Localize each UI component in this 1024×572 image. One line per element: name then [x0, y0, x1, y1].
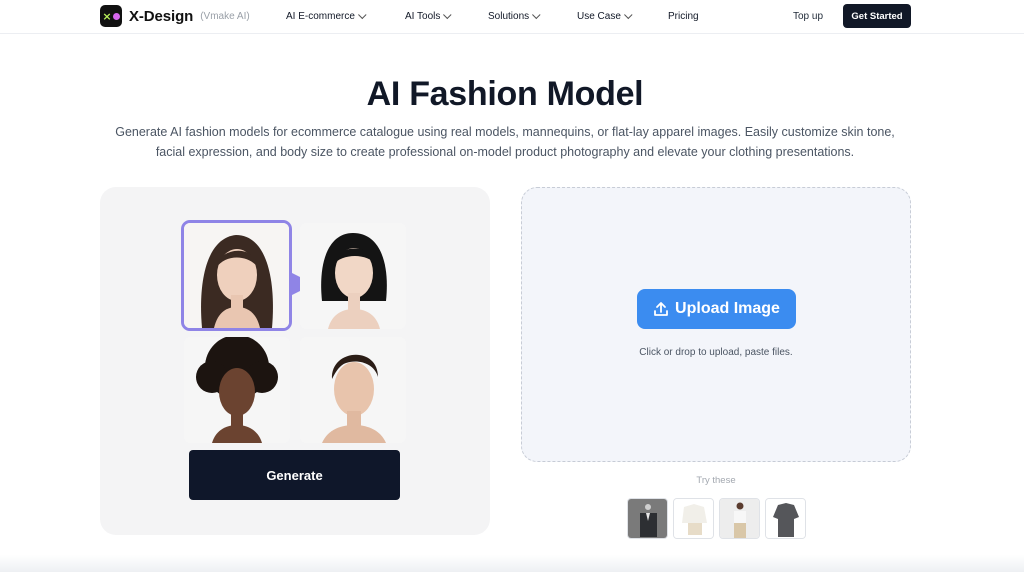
- nav-label: AI E-commerce: [286, 11, 355, 22]
- model-portrait-image: [300, 223, 406, 329]
- nav-use-case[interactable]: Use Case: [577, 10, 633, 22]
- page-subtitle: Generate AI fashion models for ecommerce…: [115, 125, 895, 159]
- sample-thumbnail-image: [674, 499, 713, 538]
- top-up-link[interactable]: Top up: [793, 11, 823, 22]
- get-started-button[interactable]: Get Started: [843, 4, 911, 28]
- nav-label: AI Tools: [405, 11, 441, 22]
- page-title: AI Fashion Model: [366, 75, 644, 113]
- brand-name: X-Design: [129, 7, 194, 25]
- model-portrait-image: [300, 337, 406, 443]
- sample-thumbnail-image: [766, 499, 805, 538]
- sample-image-suit[interactable]: [627, 498, 668, 539]
- chevron-down-icon: [443, 10, 452, 19]
- nav-label: Use Case: [577, 11, 621, 22]
- upload-icon: [654, 302, 668, 316]
- nav-ai-ecommerce[interactable]: AI E-commerce: [286, 10, 367, 22]
- upload-hint: Click or drop to upload, paste files.: [639, 347, 793, 358]
- model-thumbnail-selected[interactable]: [181, 220, 292, 331]
- nav-label: Solutions: [488, 11, 530, 22]
- sample-image-jacket[interactable]: [765, 498, 806, 539]
- generate-button[interactable]: Generate: [189, 450, 400, 500]
- upload-image-button[interactable]: Upload Image: [637, 289, 796, 329]
- sample-thumbnail-image: [720, 499, 759, 538]
- nav-label: Pricing: [668, 11, 699, 22]
- upload-button-label: Upload Image: [675, 300, 780, 317]
- model-thumbnail[interactable]: [300, 223, 406, 329]
- model-portrait-image: [184, 337, 290, 443]
- chevron-down-icon: [623, 10, 633, 19]
- sample-thumbnail-image: [628, 499, 667, 538]
- page-bottom-divider: [0, 555, 1024, 572]
- brand-subtitle: (Vmake AI): [200, 10, 250, 22]
- sample-image-shirt[interactable]: [673, 498, 714, 539]
- top-navbar: × X-Design (Vmake AI) AI E-commerce AI T…: [0, 0, 1024, 34]
- nav-ai-tools[interactable]: AI Tools: [405, 10, 452, 22]
- model-thumbnail[interactable]: [184, 337, 290, 443]
- chevron-down-icon: [532, 10, 541, 19]
- model-thumbnail[interactable]: [300, 337, 406, 443]
- sample-image-model[interactable]: [719, 498, 760, 539]
- try-these-label: Try these: [696, 475, 736, 486]
- brand-logo[interactable]: × X-Design (Vmake AI): [100, 5, 250, 27]
- chevron-down-icon: [357, 10, 367, 19]
- model-portrait-image: [184, 223, 289, 328]
- nav-pricing[interactable]: Pricing: [668, 11, 699, 22]
- nav-solutions[interactable]: Solutions: [488, 10, 541, 22]
- x-design-logo-icon: ×: [100, 5, 122, 27]
